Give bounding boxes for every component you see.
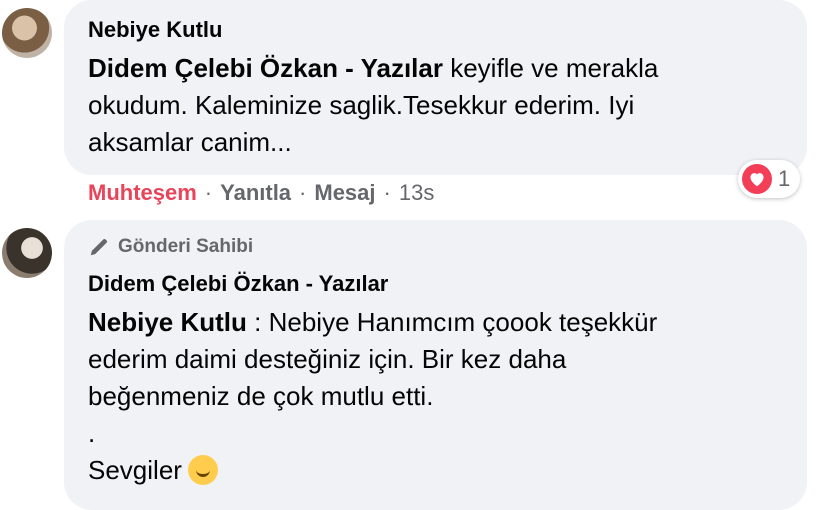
comment-text-line: okudum. Kaleminize saglik.Tesekkur ederi… [88, 90, 635, 120]
message-button[interactable]: Mesaj [314, 180, 375, 206]
separator: · [383, 180, 391, 205]
avatar[interactable] [2, 8, 52, 58]
hugging-face-icon [187, 455, 218, 485]
reply-button[interactable]: Yanıtla [220, 180, 291, 206]
mention-link[interactable]: Nebiye Kutlu [88, 307, 247, 337]
comment-author[interactable]: Didem Çelebi Özkan - Yazılar [88, 271, 388, 297]
avatar[interactable] [2, 228, 52, 278]
author-badge: Gönderi Sahibi [88, 236, 253, 258]
comment-text-line: ederim daimi desteğiniz için. Bir kez da… [88, 344, 567, 374]
mention-link[interactable]: Didem Çelebi Özkan - Yazılar [88, 53, 443, 83]
comment-text-line: : Nebiye Hanımcım çoook teşekkür [246, 307, 658, 337]
comment-text-line: Sevgiler [88, 452, 788, 489]
comment-author[interactable]: Nebiye Kutlu [88, 17, 222, 43]
comment-text-line: . [88, 418, 96, 448]
comment-text: Didem Çelebi Özkan - Yazılar keyifle ve … [88, 50, 788, 87]
pencil-icon [90, 239, 107, 256]
separator: · [204, 180, 213, 205]
comment-actions: Muhteşem · Yanıtla · Mesaj · 13s [88, 180, 434, 206]
reaction-button[interactable]: Muhteşem [88, 180, 197, 206]
comment-text-line: beğenmeniz de çok mutlu etti. [88, 381, 434, 411]
comment-text-line: aksamlar canim... [88, 127, 292, 157]
timestamp[interactable]: 13s [399, 180, 434, 206]
heart-icon [742, 164, 772, 194]
comment-text-line: keyifle ve merakla [443, 53, 659, 83]
sign-off-text: Sevgiler [88, 455, 182, 485]
reaction-count: 1 [778, 166, 791, 191]
separator: · [299, 180, 307, 205]
reaction-count-pill[interactable]: 1 [738, 160, 801, 198]
comment-text: Nebiye Kutlu : Nebiye Hanımcım çoook teş… [88, 304, 788, 341]
badge-label: Gönderi Sahibi [118, 236, 254, 257]
